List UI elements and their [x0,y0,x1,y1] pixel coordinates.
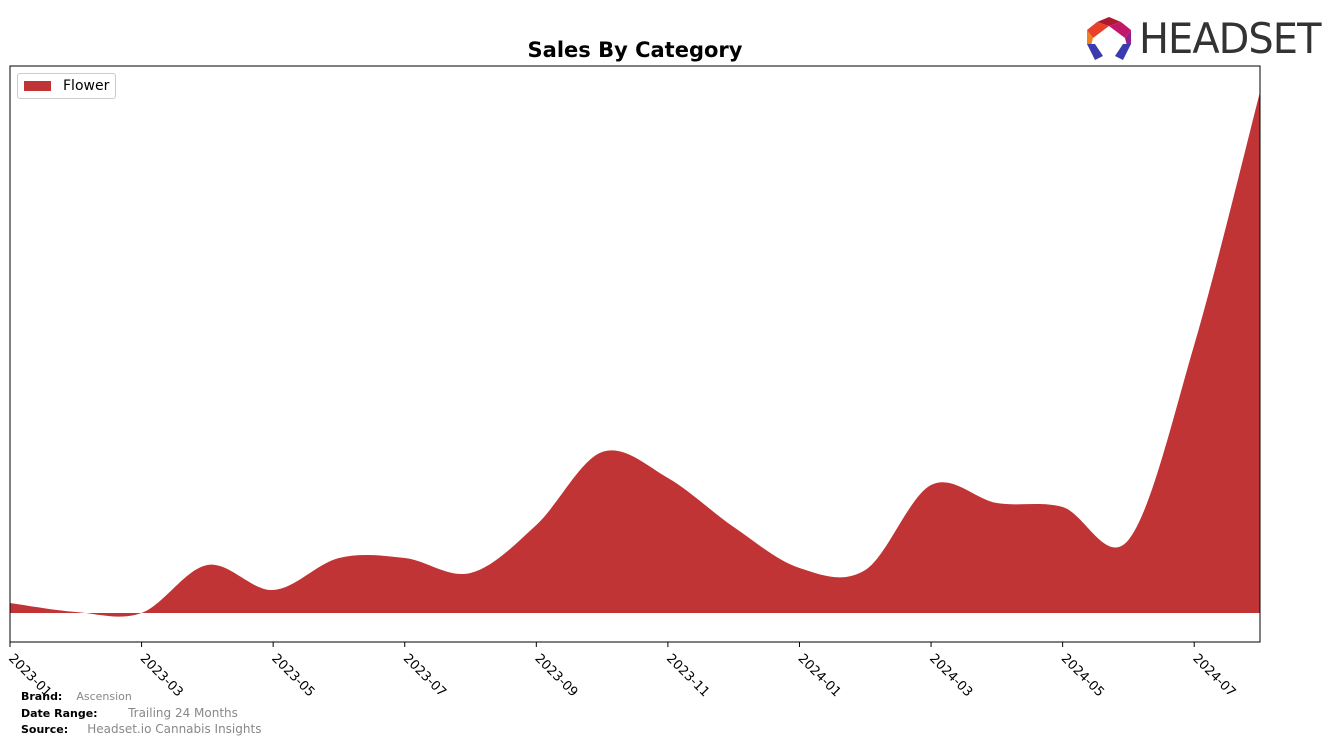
logo-text: HEADSET [1139,14,1321,63]
footer-source: Source: Headset.io Cannabis Insights [21,722,262,736]
x-tick-label: 2023-03 [137,651,186,700]
x-tick-label: 2024-07 [1189,651,1238,700]
chart-svg: 2023-01 2023-03 2023-05 2023-07 2023-09 2023-… [5,65,1261,700]
x-tick-label: 2023-07 [400,651,449,700]
x-tick-label: 2024-03 [926,651,975,700]
legend: Flower [17,73,117,99]
x-tick-label: 2023-05 [268,651,317,700]
footer-brand: Brand: Ascension [21,690,132,703]
flower-area [10,92,1260,617]
legend-swatch-flower [24,81,51,91]
headset-logo: HEADSET [1085,14,1324,63]
legend-label-flower: Flower [63,78,110,94]
x-tick-label: 2024-01 [795,651,844,700]
x-tick-label: 2023-11 [663,651,712,700]
x-tick-label: 2023-09 [531,651,580,700]
x-tick-label: 2024-05 [1058,651,1107,700]
headset-logo-icon [1087,16,1131,60]
footer-date-range: Date Range: Trailing 24 Months [21,706,238,720]
